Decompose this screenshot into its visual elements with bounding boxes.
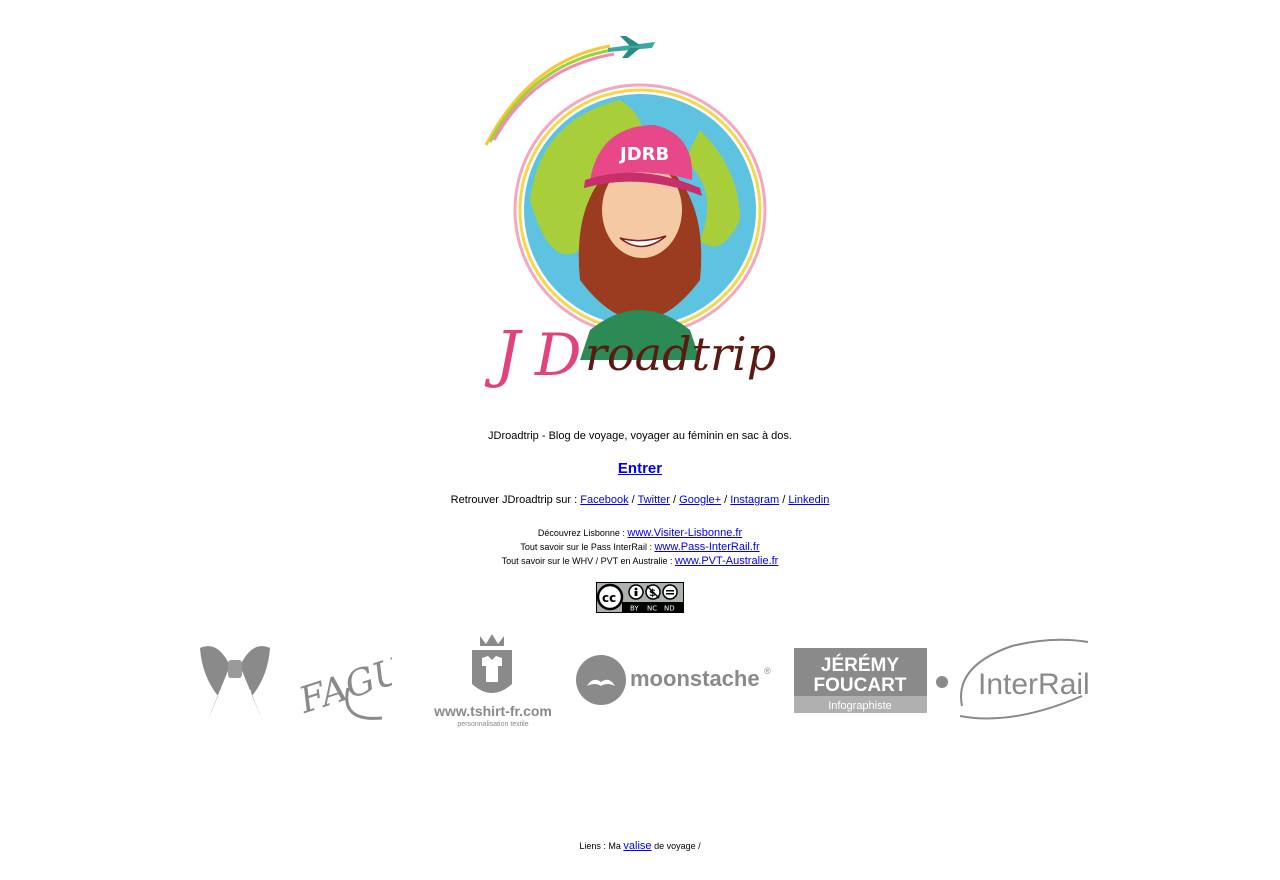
separator: / bbox=[782, 494, 786, 506]
googleplus-link[interactable]: Google+ bbox=[679, 494, 721, 506]
related-site-row: Tout savoir sur le Pass InterRail : www.… bbox=[0, 540, 1280, 554]
jeremy-line1: JÉRÉMY bbox=[821, 654, 899, 676]
creative-commons-badge[interactable]: cc $ BY NC ND bbox=[596, 582, 684, 613]
crown-icon bbox=[480, 634, 504, 646]
interrail-text: InterRail bbox=[978, 668, 1090, 701]
wordmark-rest: roadtrip bbox=[585, 327, 776, 381]
svg-text:®: ® bbox=[764, 666, 771, 676]
twitter-link[interactable]: Twitter bbox=[638, 494, 670, 506]
facebook-link[interactable]: Facebook bbox=[580, 494, 628, 506]
tshirt-fr-sub: personnalisation textile bbox=[457, 721, 528, 728]
moonstache-text: moonstache bbox=[630, 666, 760, 691]
footer-prefix: Liens : Ma bbox=[579, 841, 621, 851]
footer-links: Liens : Ma valise de voyage / bbox=[0, 840, 1280, 852]
linkedin-link[interactable]: Linkedin bbox=[788, 494, 829, 506]
related-site-row: Découvrez Lisbonne : www.Visiter-Lisbonn… bbox=[0, 526, 1280, 540]
footer-suffix: de voyage / bbox=[654, 841, 701, 851]
moon-icon bbox=[576, 655, 626, 705]
jdroadtrip-logo[interactable]: JDRB J D roadtrip bbox=[470, 30, 790, 400]
jeremy-line2: FOUCART bbox=[814, 675, 907, 696]
airplane-icon bbox=[608, 36, 655, 58]
wordmark-j: J bbox=[484, 317, 523, 390]
jeremy-foucart-partner-logo[interactable]: JÉRÉMY FOUCART Infographiste bbox=[794, 648, 928, 714]
jeremy-line3: Infographiste bbox=[828, 700, 892, 712]
license-nc: NC bbox=[647, 605, 657, 613]
valise-link[interactable]: valise bbox=[623, 840, 651, 852]
partners-strip: ex aequo FAGUO www.tshirt-fr.com personn… bbox=[0, 628, 1280, 728]
related-sites: Découvrez Lisbonne : www.Visiter-Lisbonn… bbox=[0, 526, 1280, 568]
interrail-partner-logo[interactable]: InterRail bbox=[932, 636, 1092, 720]
logo-illustration: JDRB J D roadtrip bbox=[484, 36, 776, 390]
moonstache-partner-logo[interactable]: moonstache ® bbox=[575, 652, 781, 708]
separator: / bbox=[724, 494, 728, 506]
exaequo-partner-logo[interactable]: ex aequo bbox=[198, 636, 272, 726]
social-links-row: Retrouver JDroadtrip sur : Facebook / Tw… bbox=[0, 494, 1280, 506]
site-tagline: JDroadtrip - Blog de voyage, voyager au … bbox=[488, 430, 792, 442]
instagram-link[interactable]: Instagram bbox=[730, 494, 779, 506]
noderivatives-icon bbox=[662, 584, 678, 600]
social-prefix: Retrouver JDroadtrip sur : bbox=[450, 494, 578, 506]
separator: / bbox=[631, 494, 635, 506]
pass-interrail-link[interactable]: www.Pass-InterRail.fr bbox=[654, 541, 759, 553]
wordmark-d: D bbox=[534, 321, 582, 389]
related-site-label: Découvrez Lisbonne : bbox=[537, 528, 625, 538]
exaequo-text: ex aequo bbox=[237, 688, 253, 717]
visiter-lisbonne-link[interactable]: www.Visiter-Lisbonne.fr bbox=[627, 527, 742, 539]
svg-text:cc: cc bbox=[602, 591, 616, 605]
enter-row: Entrer bbox=[0, 460, 1280, 477]
enter-link[interactable]: Entrer bbox=[618, 460, 662, 477]
cap-text: JDRB bbox=[618, 144, 669, 165]
license-by: BY bbox=[630, 605, 639, 613]
faguo-text: FAGUO bbox=[294, 641, 392, 722]
related-site-label: Tout savoir sur le Pass InterRail : bbox=[520, 542, 652, 552]
related-site-label: Tout savoir sur le WHV / PVT en Australi… bbox=[501, 556, 673, 566]
tshirt-fr-name: www.tshirt-fr.com bbox=[433, 703, 552, 719]
tshirt-fr-partner-logo[interactable]: www.tshirt-fr.com personnalisation texti… bbox=[420, 632, 566, 728]
faguo-partner-logo[interactable]: FAGUO bbox=[292, 630, 437, 726]
pvt-australie-link[interactable]: www.PVT-Australie.fr bbox=[675, 555, 778, 567]
license-nd: ND bbox=[664, 605, 675, 613]
separator: / bbox=[673, 494, 677, 506]
related-site-row: Tout savoir sur le WHV / PVT en Australi… bbox=[0, 554, 1280, 568]
